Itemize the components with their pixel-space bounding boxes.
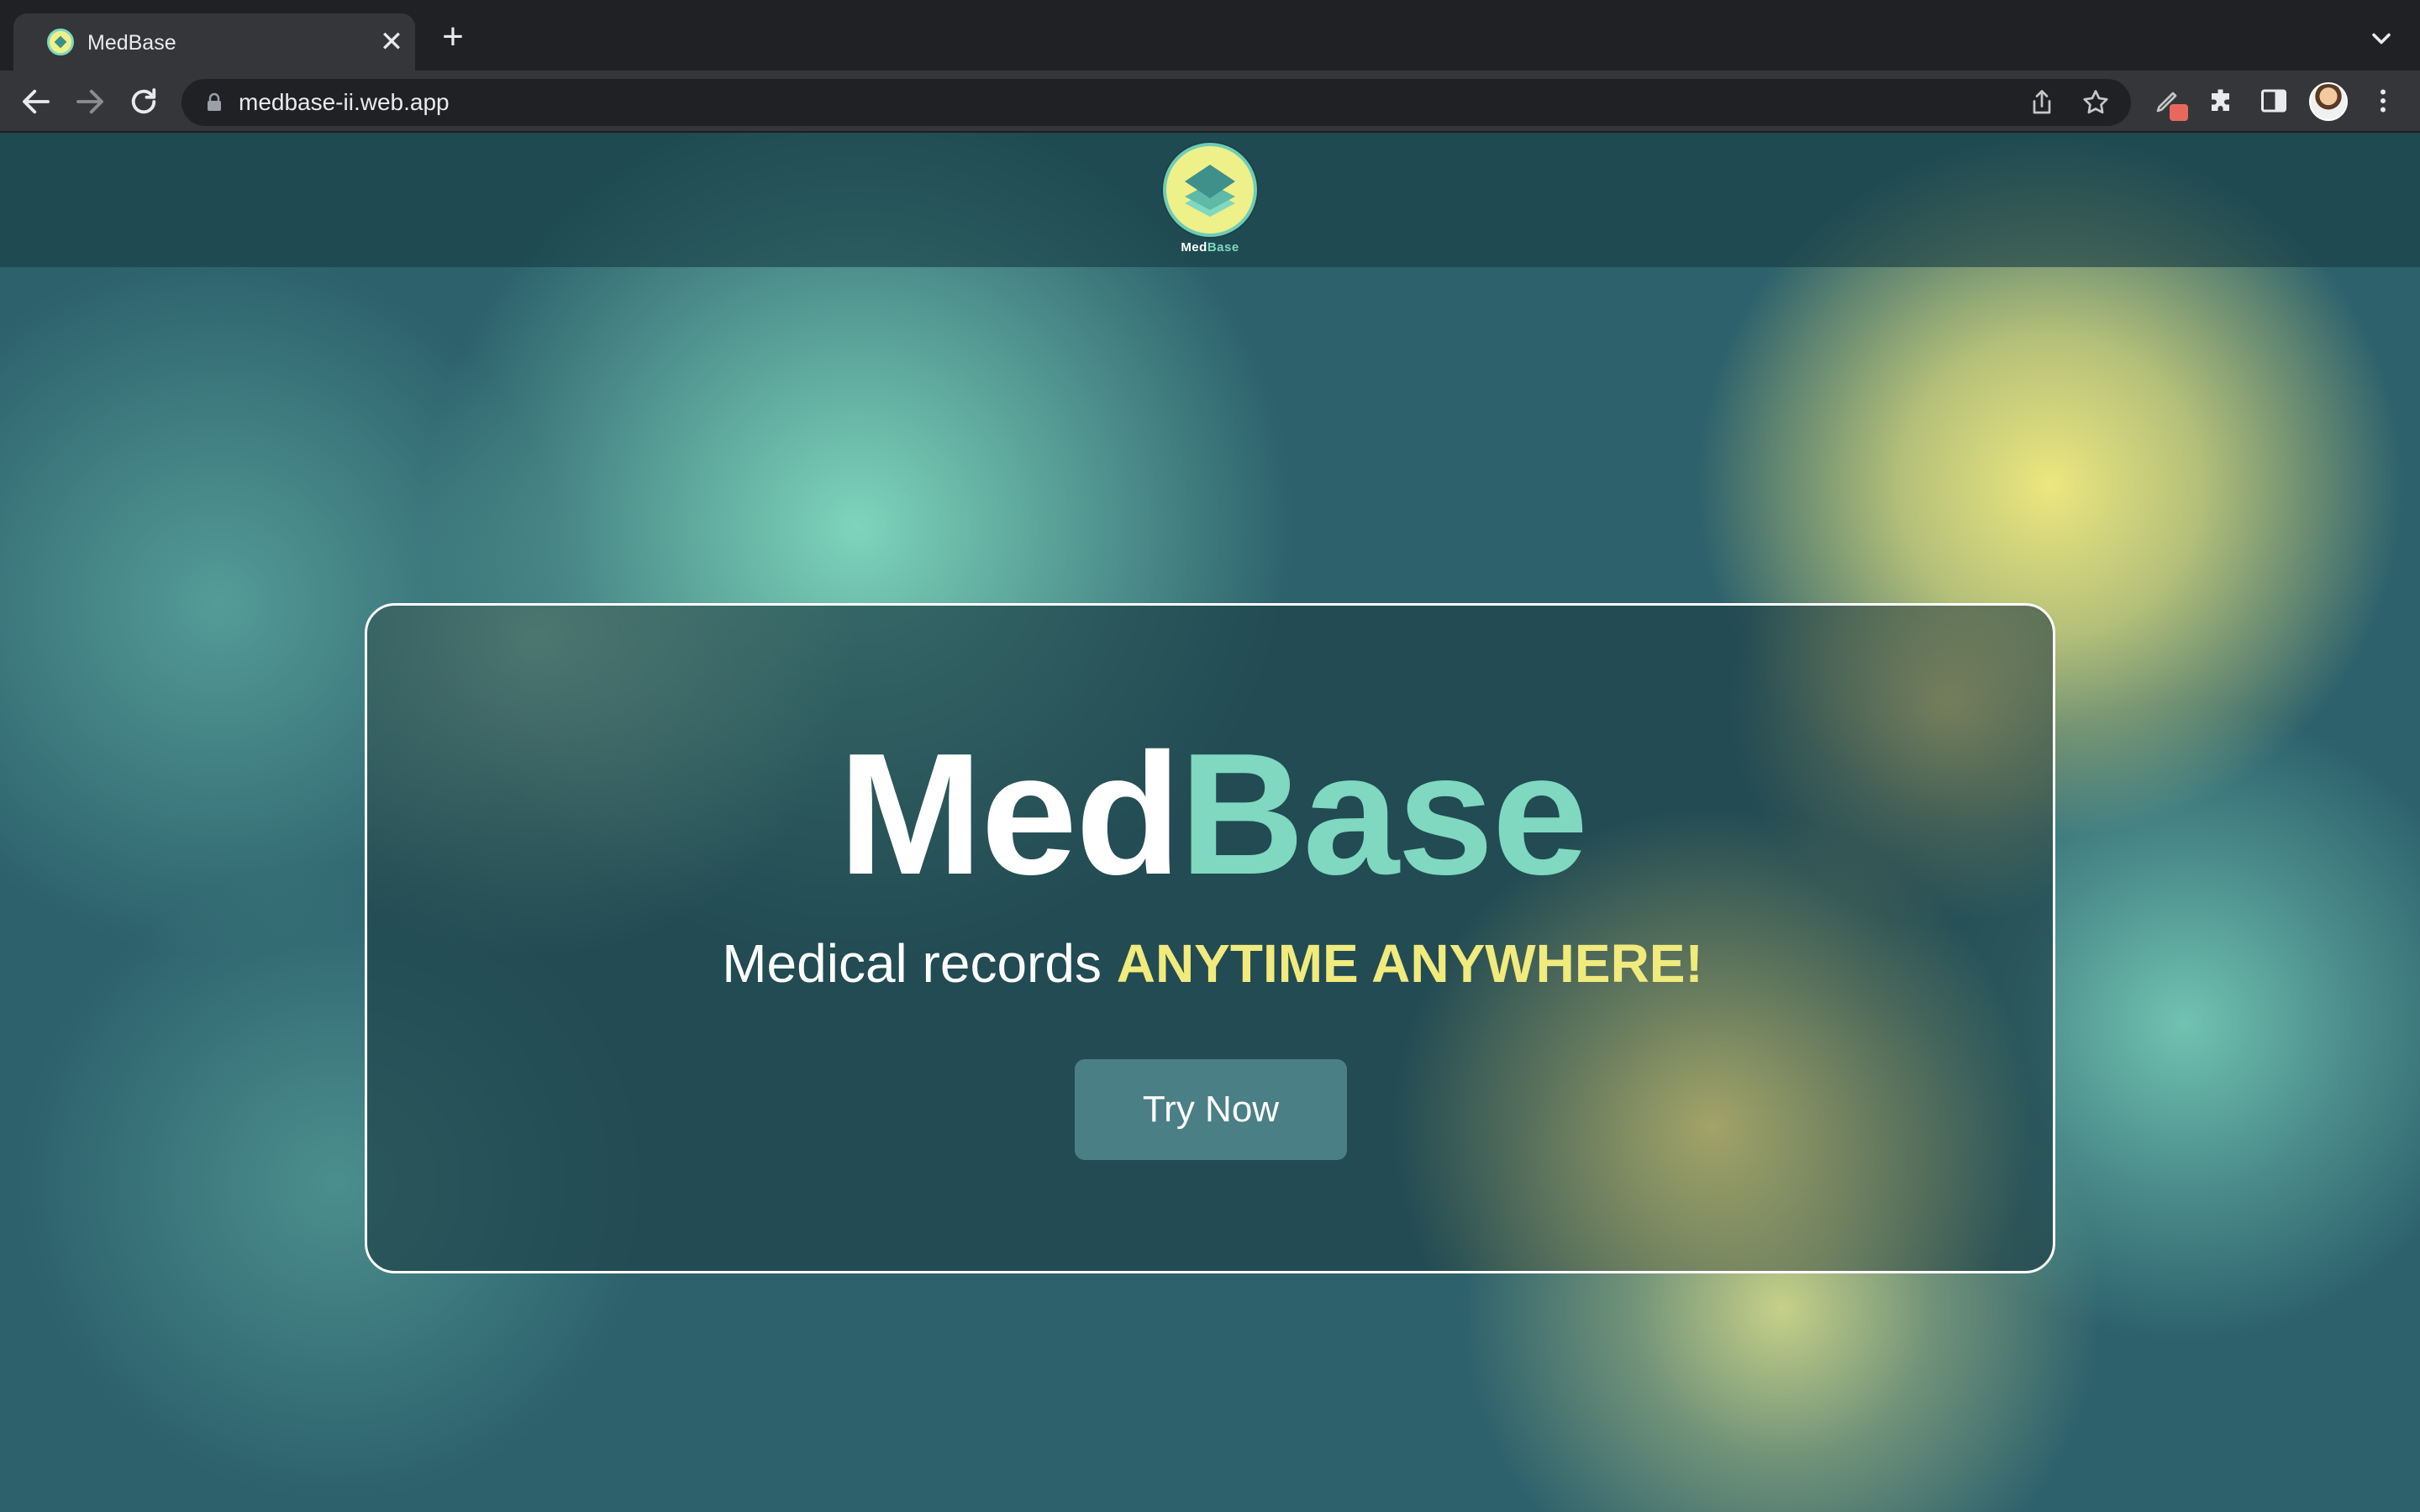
url-text[interactable]: medbase-ii.web.app — [239, 89, 450, 116]
site-header: MedBase — [0, 133, 2420, 267]
hero-title-med: Med — [838, 717, 1181, 911]
star-icon[interactable] — [2081, 87, 2111, 118]
tagline-prefix: Medical records — [722, 933, 1117, 994]
hero-card: MedBase Medical records ANYTIME ANYWHERE… — [365, 603, 2055, 1273]
puzzle-icon[interactable] — [2207, 86, 2237, 116]
hero-title-base: Base — [1179, 717, 1588, 911]
try-now-button[interactable]: Try Now — [1075, 1059, 1347, 1160]
tagline-highlight: ANYTIME ANYWHERE! — [1116, 933, 1703, 994]
new-tab-button[interactable]: + — [437, 18, 469, 55]
browser-tabstrip: MedBase ✕ + — [0, 0, 2420, 71]
reload-icon[interactable] — [126, 84, 161, 119]
tab-title: MedBase — [87, 31, 176, 55]
medbase-logo-icon[interactable] — [1163, 143, 1257, 237]
back-icon[interactable] — [18, 84, 54, 119]
avatar[interactable] — [2309, 82, 2348, 121]
extension-badge — [2170, 104, 2188, 121]
forward-icon[interactable] — [72, 84, 108, 119]
page-viewport: MedBase MedBase Medical records ANYTIME … — [0, 133, 2420, 1512]
logo-label: MedBase — [1181, 240, 1239, 255]
lock-icon[interactable] — [205, 92, 224, 113]
browser-tab[interactable]: MedBase ✕ — [13, 13, 415, 71]
side-panel-icon[interactable] — [2259, 86, 2289, 116]
hero-tagline: Medical records ANYTIME ANYWHERE! — [367, 930, 2053, 997]
share-icon[interactable] — [2027, 87, 2057, 118]
address-bar[interactable]: medbase-ii.web.app — [182, 79, 2131, 126]
close-tab-icon[interactable]: ✕ — [376, 27, 407, 57]
kebab-menu-icon[interactable] — [2368, 86, 2398, 116]
browser-toolbar: medbase-ii.web.app — [0, 71, 2420, 133]
tab-search-chevron-icon[interactable] — [2366, 24, 2396, 54]
favicon-icon — [47, 29, 74, 55]
hero-title: MedBase — [367, 727, 2053, 900]
